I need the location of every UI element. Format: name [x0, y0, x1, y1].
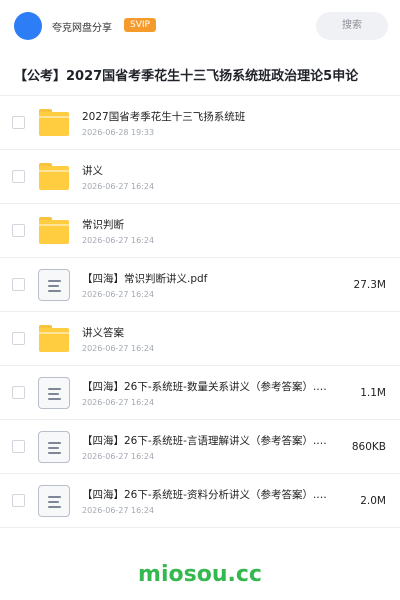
file-row[interactable]: 讲义 2026-06-27 16:24 [0, 150, 400, 204]
svip-badge: SVIP [124, 18, 156, 32]
file-date: 2026-06-28 19:33 [82, 128, 155, 137]
file-date: 2026-06-27 16:24 [82, 236, 155, 245]
file-name: 讲义答案 [82, 327, 124, 339]
document-icon [38, 431, 70, 463]
file-list: 2027国省考季花生十三飞扬系统班 2026-06-28 19:33 讲义 2026-… [0, 95, 400, 528]
file-name: 常识判断 [82, 219, 124, 231]
file-name: 【四海】26下-系统班-资料分析讲义（参考答案）.… [82, 489, 327, 501]
avatar[interactable] [14, 12, 42, 40]
file-date: 2026-06-27 16:24 [82, 344, 155, 353]
folder-icon [38, 215, 70, 247]
folder-title: 【公考】2027国省考季花生十三飞扬系统班政治理论5申论 [14, 69, 359, 84]
folder-icon [38, 107, 70, 139]
file-row[interactable]: 2027国省考季花生十三飞扬系统班 2026-06-28 19:33 [0, 96, 400, 150]
file-date: 2026-06-27 16:24 [82, 452, 155, 461]
row-checkbox[interactable] [12, 440, 25, 453]
file-size: 1.1M [360, 387, 386, 399]
header: 夸克网盘分享 SVIP 搜索 [0, 0, 400, 52]
row-checkbox[interactable] [12, 116, 25, 129]
row-checkbox[interactable] [12, 332, 25, 345]
file-date: 2026-06-27 16:24 [82, 506, 155, 515]
row-checkbox[interactable] [12, 278, 25, 291]
file-name: 【四海】常识判断讲义.pdf [82, 273, 208, 285]
file-name: 【四海】26下-系统班-言语理解讲义（参考答案）.… [82, 435, 327, 447]
share-title: 夸克网盘分享 [52, 23, 112, 34]
row-checkbox[interactable] [12, 224, 25, 237]
row-checkbox[interactable] [12, 170, 25, 183]
row-checkbox[interactable] [12, 386, 25, 399]
file-date: 2026-06-27 16:24 [82, 398, 155, 407]
file-row[interactable]: 【四海】26下-系统班-数量关系讲义（参考答案）.… 2026-06-27 16:… [0, 366, 400, 420]
file-size: 27.3M [353, 279, 386, 291]
file-date: 2026-06-27 16:24 [82, 290, 155, 299]
file-row[interactable]: 讲义答案 2026-06-27 16:24 [0, 312, 400, 366]
document-icon [38, 269, 70, 301]
row-checkbox[interactable] [12, 494, 25, 507]
file-name: 讲义 [82, 165, 103, 177]
file-row[interactable]: 【四海】26下-系统班-资料分析讲义（参考答案）.… 2026-06-27 16:… [0, 474, 400, 528]
search-button[interactable]: 搜索 [316, 12, 388, 40]
file-name: 【四海】26下-系统班-数量关系讲义（参考答案）.… [82, 381, 327, 393]
folder-icon [38, 161, 70, 193]
file-row[interactable]: 【四海】26下-系统班-言语理解讲义（参考答案）.… 2026-06-27 16:… [0, 420, 400, 474]
document-icon [38, 377, 70, 409]
file-name: 2027国省考季花生十三飞扬系统班 [82, 111, 246, 123]
file-size: 2.0M [360, 495, 386, 507]
document-icon [38, 485, 70, 517]
file-row[interactable]: 常识判断 2026-06-27 16:24 [0, 204, 400, 258]
file-date: 2026-06-27 16:24 [82, 182, 155, 191]
file-row[interactable]: 【四海】常识判断讲义.pdf 2026-06-27 16:24 27.3M [0, 258, 400, 312]
watermark: miosou.cc [138, 562, 262, 587]
folder-icon [38, 323, 70, 355]
file-size: 860KB [351, 441, 386, 453]
